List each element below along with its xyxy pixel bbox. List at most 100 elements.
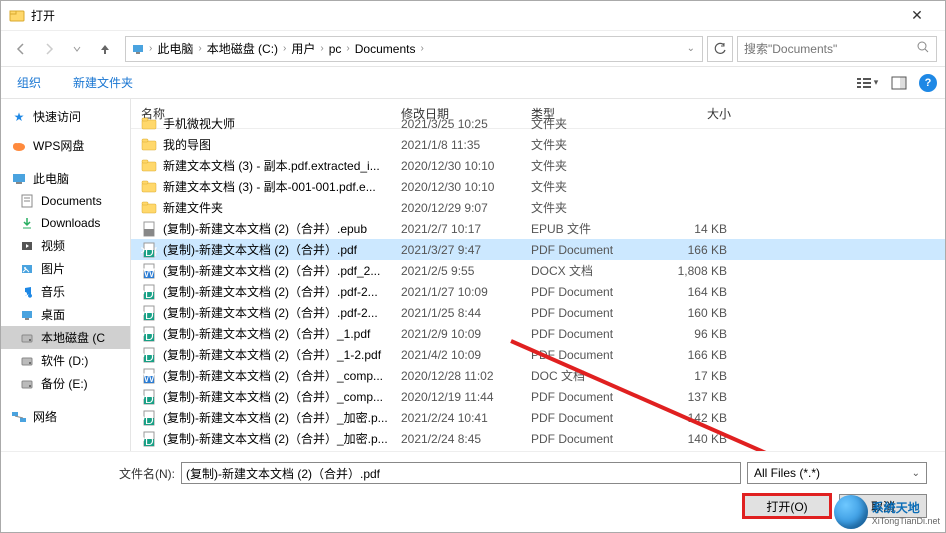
doc-icon [19,193,35,209]
new-folder-button[interactable]: 新建文件夹 [65,70,141,95]
filter-label: All Files (*.*) [754,466,820,480]
file-icon [141,221,157,237]
breadcrumb-item[interactable]: 本地磁盘 (C:) [205,40,280,57]
file-size: 140 KB [651,432,727,446]
svg-text:W: W [143,266,155,279]
sidebar-quick-access[interactable]: ★ 快速访问 [1,105,130,128]
breadcrumb-item[interactable]: Documents [353,42,418,56]
sidebar-wps[interactable]: WPS网盘 [1,134,130,157]
chevron-right-icon: › [417,43,426,54]
open-button[interactable]: 打开(O) [743,494,831,518]
window-title: 打开 [31,7,897,24]
preview-pane-button[interactable] [887,73,911,93]
file-type: EPUB 文件 [531,220,651,237]
svg-text:PDF: PDF [141,392,157,405]
file-date: 2021/1/8 11:35 [401,138,531,152]
file-row[interactable]: PDF(复制)-新建文本文档 (2)（合并）_comp...2020/12/19… [131,386,945,407]
breadcrumb-item[interactable]: 此电脑 [155,40,195,57]
sidebar-item[interactable]: 本地磁盘 (C [1,326,130,349]
search-box[interactable] [737,36,937,62]
file-date: 2021/2/24 8:45 [401,432,531,446]
back-button[interactable] [9,37,33,61]
file-row[interactable]: PDF(复制)-新建文本文档 (2)（合并）_1-2.pdf2021/4/2 1… [131,344,945,365]
file-row[interactable]: 手机微视大师2021/3/25 10:25文件夹 [131,113,945,134]
file-row[interactable]: 新建文本文档 (3) - 副本-001-001.pdf.e...2020/12/… [131,176,945,197]
file-name: (复制)-新建文本文档 (2)（合并）_comp... [163,367,401,384]
file-date: 2020/12/30 10:10 [401,159,531,173]
file-size: 164 KB [651,285,727,299]
sidebar-item-label: 备份 (E:) [41,375,88,392]
sidebar-item[interactable]: 备份 (E:) [1,372,130,395]
file-row[interactable]: W(复制)-新建文本文档 (2)（合并）.pdf_2...2021/2/5 9:… [131,260,945,281]
breadcrumb-item[interactable]: 用户 [289,40,317,57]
up-button[interactable] [93,37,117,61]
breadcrumb-item[interactable]: pc [327,42,344,56]
file-row[interactable]: PDF(复制)-新建文本文档 (2)（合并）.pdf-2...2021/1/25… [131,302,945,323]
sidebar-item[interactable]: 视频 [1,234,130,257]
file-icon [141,158,157,174]
file-name: (复制)-新建文本文档 (2)（合并）_1.pdf [163,325,401,342]
watermark-text: 系统天地 [872,499,940,516]
sidebar-item[interactable]: Documents [1,190,130,212]
file-icon [141,137,157,153]
sidebar-this-pc[interactable]: 此电脑 [1,167,130,190]
chevron-right-icon: › [343,43,352,54]
sidebar-item[interactable]: Downloads [1,212,130,234]
file-size: 160 KB [651,306,727,320]
file-list: 名称 修改日期 类型 大小 手机微视大师2021/3/25 10:25文件夹我的… [131,99,945,451]
history-dropdown[interactable] [65,37,89,61]
sidebar-item[interactable]: 软件 (D:) [1,349,130,372]
svg-text:PDF: PDF [141,308,157,321]
file-icon [141,116,157,132]
filename-row: 文件名(N): All Files (*.*) ⌄ [19,462,927,484]
forward-button[interactable] [37,37,61,61]
bottom-panel: 文件名(N): All Files (*.*) ⌄ 打开(O) 取消 [1,451,945,532]
file-icon: PDF [141,431,157,447]
file-type: PDF Document [531,432,651,446]
search-icon [916,40,930,57]
file-row[interactable]: PDF(复制)-新建文本文档 (2)（合并）.pdf2021/3/27 9:47… [131,239,945,260]
file-row[interactable]: PDF (复制)-新建文本文档 (2)（合并）_加密.p...2021/2/24 … [131,428,945,449]
sidebar-item[interactable]: 图片 [1,257,130,280]
file-name: (复制)-新建文本文档 (2)（合并）_加密.p... [163,430,401,447]
close-button[interactable]: ✕ [897,7,937,24]
chevron-down-icon[interactable]: ⌄ [684,43,698,54]
file-type-filter[interactable]: All Files (*.*) ⌄ [747,462,927,484]
help-button[interactable]: ? [919,74,937,92]
organize-menu[interactable]: 组织 [9,70,49,95]
svg-text:PDF: PDF [141,434,157,447]
file-icon: PDF [141,284,157,300]
file-row[interactable]: PDF(复制)-新建文本文档 (2)（合并）_1.pdf2021/2/9 10:… [131,323,945,344]
filename-label: 文件名(N): [119,465,175,482]
file-size: 166 KB [651,348,727,362]
chevron-right-icon: › [317,43,326,54]
search-input[interactable] [744,42,916,56]
refresh-button[interactable] [707,36,733,62]
file-date: 2021/2/5 9:55 [401,264,531,278]
file-row[interactable]: W(复制)-新建文本文档 (2)（合并）_comp...2020/12/28 1… [131,365,945,386]
sidebar-item[interactable]: 桌面 [1,303,130,326]
sidebar-network[interactable]: 网络 [1,405,130,428]
file-type: PDF Document [531,285,651,299]
file-row[interactable]: 新建文本文档 (3) - 副本.pdf.extracted_i...2020/1… [131,155,945,176]
file-name: (复制)-新建文本文档 (2)（合并）.pdf-2... [163,304,401,321]
button-row: 打开(O) 取消 [19,494,927,518]
svg-text:W: W [143,371,155,384]
file-row[interactable]: (复制)-新建文本文档 (2)（合并）.epub2021/2/7 10:17EP… [131,218,945,239]
filename-input[interactable] [181,462,741,484]
file-type: 文件夹 [531,199,651,216]
file-date: 2021/3/27 9:47 [401,243,531,257]
file-row[interactable]: PDF(复制)-新建文本文档 (2)（合并）.pdf-2...2021/1/27… [131,281,945,302]
cloud-icon [11,138,27,154]
file-row[interactable]: 新建文件夹2020/12/29 9:07文件夹 [131,197,945,218]
network-icon [11,409,27,425]
file-row[interactable]: 我的导图2021/1/8 11:35文件夹 [131,134,945,155]
file-row[interactable]: PDF(复制)-新建文本文档 (2)（合并）_加密.p...2021/2/24 … [131,407,945,428]
breadcrumb[interactable]: › 此电脑 › 本地磁盘 (C:) › 用户 › pc › Documents … [125,36,703,62]
sidebar-item-label: 本地磁盘 (C [41,329,105,346]
file-rows[interactable]: 手机微视大师2021/3/25 10:25文件夹我的导图2021/1/8 11:… [131,111,945,451]
view-options-button[interactable]: ▾ [855,73,879,93]
file-type: PDF Document [531,243,651,257]
file-size: 166 KB [651,243,727,257]
sidebar-item[interactable]: 音乐 [1,280,130,303]
